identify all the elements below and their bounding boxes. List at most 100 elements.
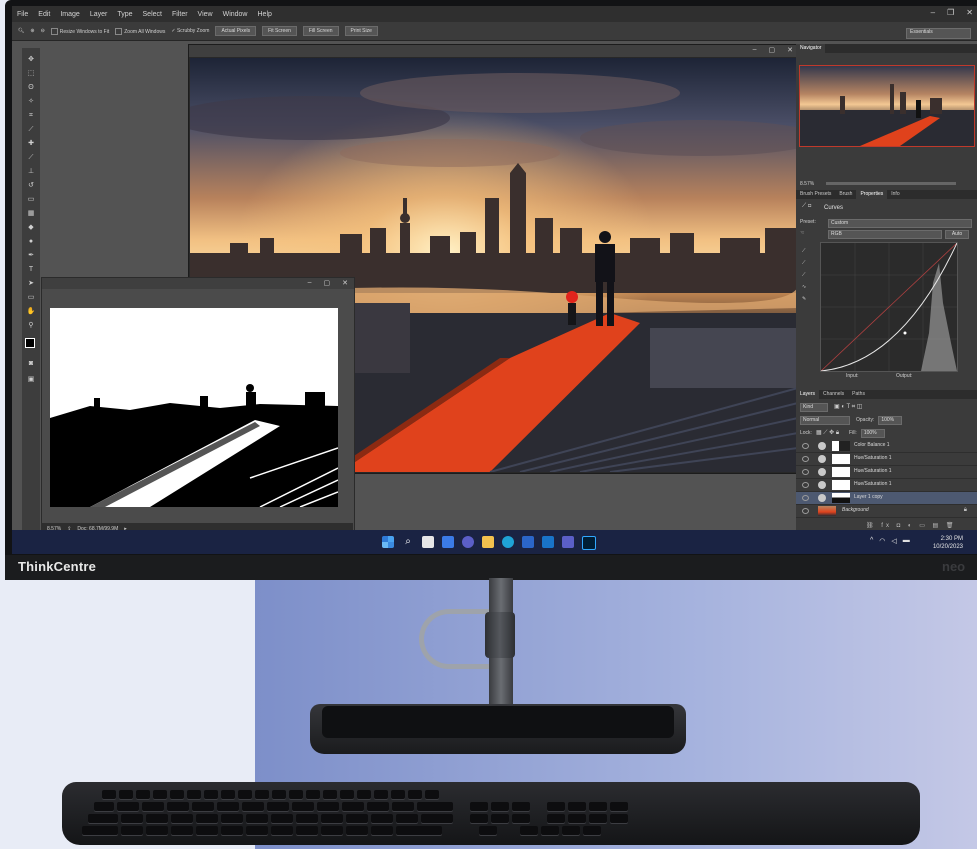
store-icon[interactable] (522, 536, 534, 548)
kind-filter-select[interactable]: Kind (800, 402, 828, 412)
navigator-zoom[interactable]: 8.57% (800, 181, 814, 187)
start-icon[interactable] (382, 536, 394, 548)
print-size-button[interactable]: Print Size (344, 26, 378, 36)
teams-icon[interactable] (562, 536, 574, 548)
target-adjust-icon[interactable]: ☜ (800, 230, 804, 236)
close-icon[interactable]: ✕ (787, 46, 793, 54)
menu-select[interactable]: Select (138, 11, 167, 18)
shape-tool-icon[interactable]: ▭ (25, 292, 37, 303)
lasso-tool-icon[interactable]: ʘ (25, 82, 37, 93)
preset-select[interactable]: Custom (828, 219, 972, 228)
edge-icon[interactable] (502, 536, 514, 548)
tab-navigator[interactable]: Navigator (796, 44, 826, 53)
layer-row[interactable]: Hue/Saturation 1 (796, 479, 977, 492)
outlook-icon[interactable] (542, 536, 554, 548)
layer-row[interactable]: Hue/Saturation 1 (796, 453, 977, 466)
layer-row[interactable]: Hue/Saturation 1 (796, 466, 977, 479)
foreground-color-swatch[interactable] (25, 338, 35, 348)
tab-brush[interactable]: Brush (835, 190, 856, 199)
scrubby-zoom-option[interactable]: ✓ Scrubby Zoom (171, 28, 209, 34)
visibility-eye-icon[interactable] (802, 443, 809, 449)
close-icon[interactable]: ✕ (342, 279, 348, 287)
layers-footer-icons[interactable]: ⛓ fx ◘ ◐ ▭ ▤ 🗑 (866, 522, 957, 529)
minimize-icon[interactable]: – (308, 279, 312, 287)
path-select-icon[interactable]: ➤ (25, 278, 37, 289)
actual-pixels-button[interactable]: Actual Pixels (215, 26, 257, 36)
eyedropper-white-icon[interactable]: ⟋ (802, 272, 806, 278)
threshold-image[interactable] (50, 308, 338, 507)
gradient-tool-icon[interactable]: ▦ (25, 208, 37, 219)
curves-graph[interactable] (820, 242, 958, 372)
screen-mode-icon[interactable]: ▣ (25, 374, 37, 385)
visibility-eye-icon[interactable] (802, 456, 809, 462)
move-tool-icon[interactable]: ✥ (25, 54, 37, 65)
crop-tool-icon[interactable]: ⌗ (25, 110, 37, 121)
chat-icon[interactable] (462, 536, 474, 548)
type-tool-icon[interactable]: T (25, 264, 37, 275)
menu-window[interactable]: Window (218, 11, 253, 18)
photoshop-icon[interactable] (582, 536, 596, 550)
stamp-tool-icon[interactable]: ⊥ (25, 166, 37, 177)
search-icon[interactable]: ⌕ (402, 536, 414, 548)
lock-icons[interactable]: ▦ ⟋ ✥ 🔒︎ (816, 429, 839, 437)
navigator-thumbnail[interactable] (799, 65, 975, 147)
menu-image[interactable]: Image (55, 11, 84, 18)
blur-tool-icon[interactable]: ◆ (25, 222, 37, 233)
task-view-icon[interactable] (422, 536, 434, 548)
magic-wand-icon[interactable]: ✧ (25, 96, 37, 107)
fill-field[interactable]: 100% (860, 428, 885, 438)
visibility-eye-icon[interactable] (802, 469, 809, 475)
filter-icons[interactable]: ▣ ◐ T ⌗ ◫ (834, 403, 862, 411)
curve-edit-icon[interactable]: ∿ (802, 284, 806, 290)
menu-edit[interactable]: Edit (33, 11, 55, 18)
zoom-out-icon[interactable]: ⊖ (41, 28, 45, 34)
tab-paths[interactable]: Paths (848, 390, 869, 399)
widgets-icon[interactable] (442, 536, 454, 548)
pencil-icon[interactable]: ✎ (802, 296, 806, 302)
healing-brush-icon[interactable]: ✚ (25, 138, 37, 149)
visibility-eye-icon[interactable] (802, 482, 809, 488)
zoom-in-icon[interactable]: ⊕ (30, 28, 34, 34)
close-icon[interactable]: ✕ (966, 8, 973, 17)
resize-windows-option[interactable]: Resize Windows to Fit (50, 27, 109, 35)
auto-button[interactable]: Auto (945, 230, 969, 239)
file-explorer-icon[interactable] (482, 536, 494, 548)
zoom-all-option[interactable]: Zoom All Windows (115, 27, 165, 35)
marquee-tool-icon[interactable]: ⬚ (25, 68, 37, 79)
pen-tool-icon[interactable]: ✒ (25, 250, 37, 261)
tab-layers[interactable]: Layers (796, 390, 820, 399)
navigator-zoom-slider[interactable] (826, 182, 956, 185)
workspace-select[interactable]: Essentials (906, 28, 971, 39)
layer-row[interactable]: Color Balance 1 (796, 440, 977, 453)
chevron-up-icon[interactable]: ^ (870, 537, 873, 545)
layer-row[interactable]: Layer 1 copy (796, 492, 977, 505)
wifi-icon[interactable]: ◠ (879, 537, 885, 545)
menu-file[interactable]: File (12, 11, 33, 18)
restore-icon[interactable]: ❐ (947, 8, 954, 17)
restore-icon[interactable]: ▢ (769, 46, 776, 54)
document-titlebar[interactable] (189, 45, 799, 57)
eyedropper-gray-icon[interactable]: ⟋ (802, 260, 806, 266)
fill-screen-button[interactable]: Fill Screen (302, 26, 339, 36)
quick-mask-icon[interactable]: ◙ (25, 358, 37, 369)
minimize-icon[interactable]: – (931, 8, 935, 17)
eraser-tool-icon[interactable]: ▭ (25, 194, 37, 205)
restore-icon[interactable]: ▢ (324, 279, 331, 287)
menu-type[interactable]: Type (112, 11, 137, 18)
volume-icon[interactable]: ◁ (891, 537, 896, 545)
clock[interactable]: 2:30 PM 10/20/2023 (933, 535, 963, 551)
minimize-icon[interactable]: – (753, 46, 757, 54)
tab-properties[interactable]: Properties (856, 190, 888, 199)
brush-tool-icon[interactable]: ⟋ (25, 152, 37, 163)
menu-filter[interactable]: Filter (167, 11, 193, 18)
menu-view[interactable]: View (193, 11, 218, 18)
zoom-tool-icon[interactable]: 🔍︎ (18, 28, 24, 34)
battery-icon[interactable]: ▬ (903, 537, 910, 545)
fit-screen-button[interactable]: Fit Screen (262, 26, 297, 36)
eyedropper-icon[interactable]: ⟋ (25, 124, 37, 135)
layer-row[interactable]: Background 🔒︎ (796, 505, 977, 518)
menu-help[interactable]: Help (253, 11, 277, 18)
zoom-tool-icon[interactable]: ⚲ (25, 320, 37, 331)
eyedropper-black-icon[interactable]: ⟋ (802, 248, 806, 254)
dodge-tool-icon[interactable]: ● (25, 236, 37, 247)
